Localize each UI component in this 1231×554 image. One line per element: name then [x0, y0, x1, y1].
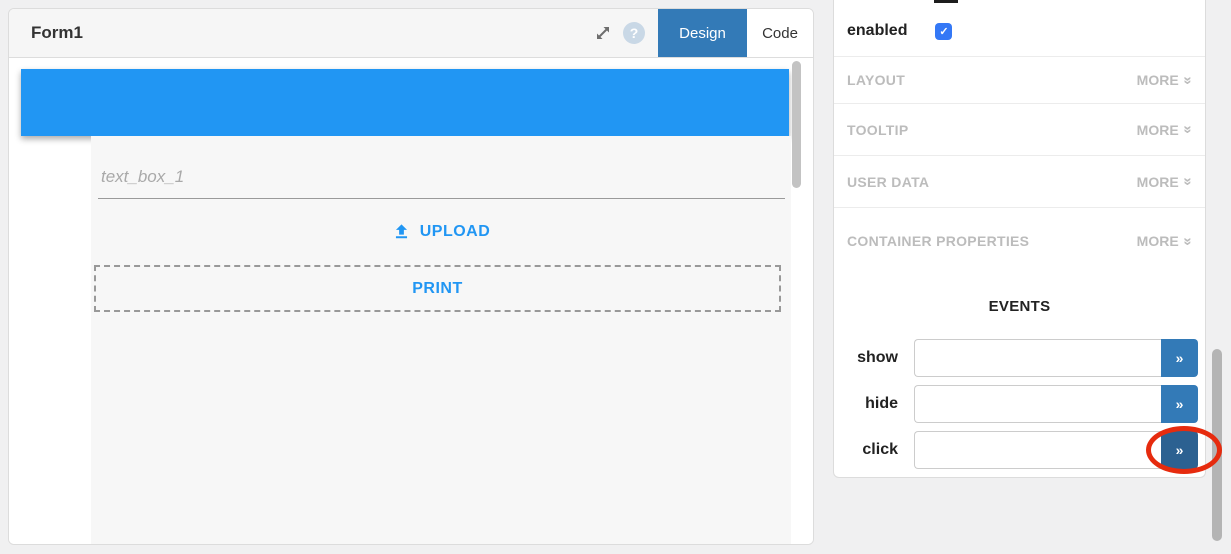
header-spacer [83, 9, 593, 57]
section-label-container-properties: CONTAINER PROPERTIES [847, 233, 1030, 249]
upload-icon [392, 222, 411, 241]
form-navbar-bar[interactable] [21, 69, 789, 136]
chevron-double-down-icon: » [1179, 125, 1197, 134]
event-expand-button-click[interactable]: » [1161, 431, 1198, 469]
event-expand-button-show[interactable]: » [1161, 339, 1198, 377]
print-button[interactable]: PRINT [94, 265, 781, 312]
more-link-layout[interactable]: MORE » [1136, 72, 1197, 89]
section-layout: LAYOUT MORE » [834, 57, 1205, 104]
upload-button[interactable]: UPLOAD [392, 222, 491, 241]
event-label-click: click [862, 441, 898, 458]
event-input-hide[interactable] [914, 385, 1161, 423]
canvas-scrollbar-thumb[interactable] [792, 61, 801, 188]
event-expand-button-hide[interactable]: » [1161, 385, 1198, 423]
checkmark-icon: ✓ [939, 25, 949, 38]
event-row-click: click » [850, 431, 1198, 469]
form-editor-card: Form1 ? Design Code text_box_1 UPLOAD PR… [8, 8, 814, 545]
help-glyph: ? [629, 25, 639, 41]
more-label: MORE [1136, 173, 1179, 190]
section-label-user-data: USER DATA [847, 173, 930, 190]
more-link-tooltip[interactable]: MORE » [1136, 121, 1197, 138]
more-label: MORE [1136, 233, 1179, 249]
form-editor-header: Form1 ? Design Code [9, 9, 813, 58]
event-row-hide: hide » [850, 385, 1198, 423]
enabled-label: enabled [847, 22, 908, 39]
help-icon[interactable]: ? [623, 22, 645, 44]
chevron-double-down-icon: » [1179, 177, 1197, 186]
event-input-group-hide: » [914, 385, 1198, 423]
expand-icon[interactable] [593, 23, 613, 43]
upload-label: UPLOAD [419, 222, 491, 240]
upload-row: UPLOAD [91, 222, 791, 241]
more-label: MORE [1136, 72, 1179, 88]
design-canvas[interactable]: text_box_1 UPLOAD PRINT [9, 58, 813, 544]
property-row-enabled: enabled ✓ [834, 0, 1205, 57]
textbox-placeholder: text_box_1 [101, 167, 185, 186]
events-heading: EVENTS [988, 298, 1051, 315]
event-input-group-show: » [914, 339, 1198, 377]
chevron-double-down-icon: » [1179, 75, 1197, 85]
section-tooltip: TOOLTIP MORE » [834, 104, 1205, 156]
textbox-text-box-1[interactable]: text_box_1 [98, 158, 785, 199]
event-label-show: show [857, 349, 898, 366]
print-label: PRINT [412, 279, 463, 297]
enabled-checkbox[interactable]: ✓ [935, 22, 953, 40]
more-link-container-properties[interactable]: MORE » [1136, 233, 1197, 250]
more-link-user-data[interactable]: MORE » [1136, 173, 1197, 190]
tab-design[interactable]: Design [658, 9, 747, 57]
event-input-group-click: » [914, 431, 1198, 469]
properties-panel: enabled ✓ LAYOUT MORE » TOOLTIP MORE » U… [833, 0, 1206, 478]
event-label-hide: hide [865, 395, 898, 412]
page-scrollbar-thumb[interactable] [1212, 349, 1222, 541]
form-title: Form1 [31, 23, 83, 42]
tab-code[interactable]: Code [747, 9, 813, 57]
section-container-properties: CONTAINER PROPERTIES MORE » [834, 208, 1205, 274]
form-content-area[interactable]: text_box_1 UPLOAD PRINT [91, 136, 791, 544]
section-user-data: USER DATA MORE » [834, 156, 1205, 208]
section-label-layout: LAYOUT [847, 72, 906, 88]
section-label-tooltip: TOOLTIP [847, 121, 909, 138]
chevron-double-down-icon: » [1179, 236, 1197, 246]
event-row-show: show » [850, 339, 1198, 377]
event-input-click[interactable] [914, 431, 1161, 469]
event-input-show[interactable] [914, 339, 1161, 377]
app-screen: Form1 ? Design Code text_box_1 UPLOAD PR… [0, 0, 1231, 554]
more-label: MORE [1136, 121, 1179, 138]
